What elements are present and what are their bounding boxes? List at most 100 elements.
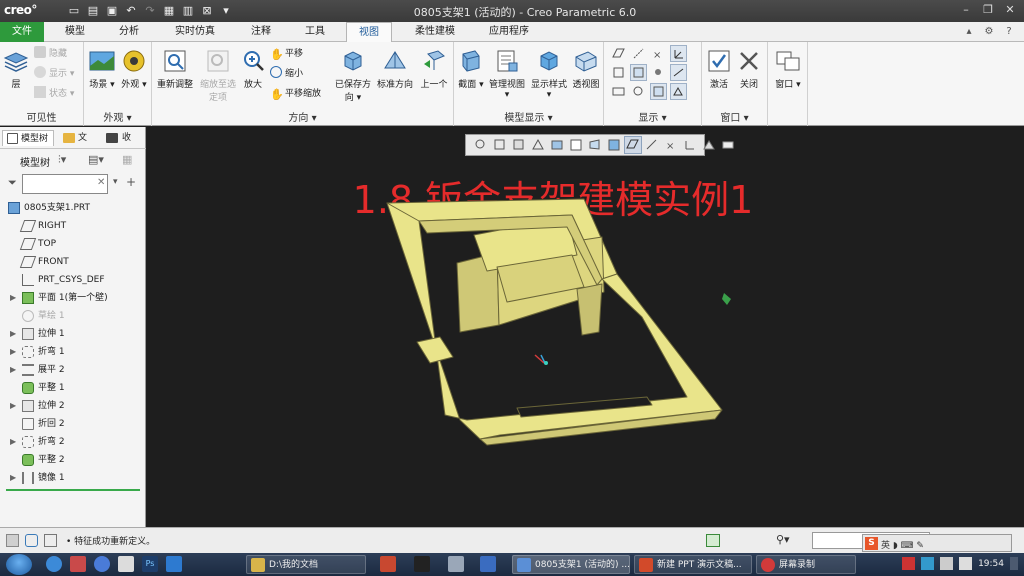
close-window-icon[interactable]: ⊠ [199,3,215,19]
annotation-display-icon[interactable] [610,83,627,100]
graphics-window[interactable]: × 1.8 钣金支架建模实例1 [147,127,1024,527]
app-launch-icon-3[interactable] [94,556,110,572]
zoom-in-button[interactable]: 放大 [240,48,266,90]
appearance-button[interactable]: 外观 ▾ [118,48,150,90]
navigator-icon[interactable] [25,534,38,547]
undo-icon[interactable]: ↶ [123,3,139,19]
taskbar-ppt[interactable]: 新建 PPT 演示文稿... [634,555,752,574]
regenerate-icon[interactable]: ▦ [161,3,177,19]
tab-flexible-modeling[interactable]: 柔性建模 [400,22,470,42]
tab-favorites[interactable]: 收 [102,130,142,146]
tray-icon-3[interactable] [940,557,954,570]
taskbar-app-icon-2[interactable] [414,556,430,572]
ie-icon[interactable] [46,556,62,572]
activate-button[interactable]: 激活 [704,48,734,90]
filter-icon[interactable]: ⏷ [8,176,17,190]
csys-tag-icon[interactable] [670,64,687,81]
tree-show-icon[interactable]: ▤▾ [88,153,104,166]
plane-tag-icon[interactable] [610,64,627,81]
windows-menu-button[interactable]: 窗口 ▾ [770,48,806,90]
tab-analysis[interactable]: 分析 [106,22,152,42]
expand-arrow-icon[interactable]: ▶ [10,469,18,487]
regen-status-icon[interactable] [706,534,720,547]
sheet-metal-bracket-model[interactable] [147,127,1024,527]
model-tree-display-icon[interactable] [670,83,687,100]
ime-mode-icon[interactable]: 英 ◗ ⌨ ✎ [881,538,924,551]
tab-model[interactable]: 模型 [52,22,98,42]
tree-settings-icon[interactable]: ⫶▾ [58,153,66,167]
show-desktop-icon[interactable] [1010,557,1018,570]
filter-dropdown-icon[interactable]: ▾ [113,177,118,187]
expand-arrow-icon[interactable]: ▶ [10,289,18,307]
app-launch-icon-6[interactable] [166,556,182,572]
refit-button[interactable]: 重新调整 [154,48,196,90]
expand-arrow-icon[interactable]: ▶ [10,397,18,415]
expand-arrow-icon[interactable]: ▶ [10,343,18,361]
taskbar-app-icon-4[interactable] [480,556,496,572]
minimize-ribbon-icon[interactable]: ▴ [962,25,976,39]
previous-orientation-button[interactable]: 上一个 [416,48,452,90]
clock[interactable]: 19:54 [978,559,1004,569]
taskbar-app-icon-1[interactable] [380,556,396,572]
clear-filter-icon[interactable]: ✕ [97,177,105,188]
point-tag-icon[interactable] [650,64,667,81]
new-file-icon[interactable]: ▭ [66,3,82,19]
point-display-icon[interactable]: × [650,45,667,62]
open-file-icon[interactable]: ▤ [85,3,101,19]
tab-applications[interactable]: 应用程序 [478,22,540,42]
close-window-button[interactable]: 关闭 [734,48,764,90]
plane-display-icon[interactable] [610,45,627,62]
close-icon[interactable]: ✕ [1002,3,1018,17]
start-button[interactable] [6,554,32,575]
tab-folder-browser[interactable]: 文 [60,130,96,146]
csys-display-icon[interactable] [670,45,687,62]
status-button[interactable]: 状态 ▾ [34,86,74,102]
minimize-icon[interactable]: – [958,3,974,17]
maximize-icon[interactable]: ❐ [980,3,996,17]
split-view-icon[interactable] [6,534,19,547]
command-search-icon[interactable]: ⚙ [982,25,996,39]
taskbar-explorer[interactable]: D:\我的文档 [246,555,366,574]
layer-button[interactable]: 层 [2,48,30,90]
display-style-button[interactable]: 显示样式 ▾ [528,48,570,100]
expand-arrow-icon[interactable]: ▶ [10,361,18,379]
help-icon[interactable]: ? [1002,25,1016,39]
expand-arrow-icon[interactable]: ▶ [10,325,18,343]
perspective-button[interactable]: 透视图 [570,48,602,90]
standard-orientation-button[interactable]: 标准方向 [374,48,416,90]
spin-center-icon[interactable] [630,83,647,100]
app-launch-icon-2[interactable] [70,556,86,572]
zoom-window-button[interactable]: 缩放至选定项 [196,48,240,103]
taskbar-app-icon-3[interactable] [448,556,464,572]
tree-columns-icon[interactable]: ▦ [122,153,132,166]
windows-icon[interactable]: ▥ [180,3,196,19]
zoom-out-button[interactable]: 缩小 [270,66,303,82]
find-icon[interactable]: ⚲▾ [776,533,790,546]
scene-button[interactable]: 场景 ▾ [86,48,118,90]
hide-button[interactable]: 隐藏 [34,46,67,62]
taskbar-screen-recorder[interactable]: 屏幕录制 [756,555,856,574]
ime-logo-icon[interactable]: S [865,537,878,550]
saved-orientations-button[interactable]: 已保存方向 ▾ [332,48,374,103]
redo-icon[interactable]: ↷ [142,3,158,19]
add-filter-icon[interactable]: + [126,175,136,189]
manage-views-button[interactable]: 管理视图 ▾ [486,48,528,100]
section-button[interactable]: 截面 ▾ [456,48,486,90]
customize-qat-icon[interactable]: ▾ [218,3,234,19]
pan-button[interactable]: ✋平移 [270,46,303,62]
tab-simulation[interactable]: 实时仿真 [160,22,230,42]
show-button[interactable]: 显示 ▾ [34,66,74,82]
tab-annotate[interactable]: 注释 [238,22,284,42]
tree-search-input[interactable] [22,174,108,194]
axis-tag-icon[interactable] [630,64,647,81]
expand-arrow-icon[interactable]: ▶ [10,433,18,451]
app-launch-icon-4[interactable] [118,556,134,572]
browser-icon[interactable] [44,534,57,547]
save-icon[interactable]: ▣ [104,3,120,19]
tab-tools[interactable]: 工具 [292,22,338,42]
volume-icon[interactable] [959,557,973,570]
tab-file[interactable]: 文件 [0,22,44,42]
tray-icon-2[interactable] [921,557,935,570]
tab-view[interactable]: 视图 [346,22,392,42]
pan-zoom-button[interactable]: ✋平移缩放 [270,86,321,102]
